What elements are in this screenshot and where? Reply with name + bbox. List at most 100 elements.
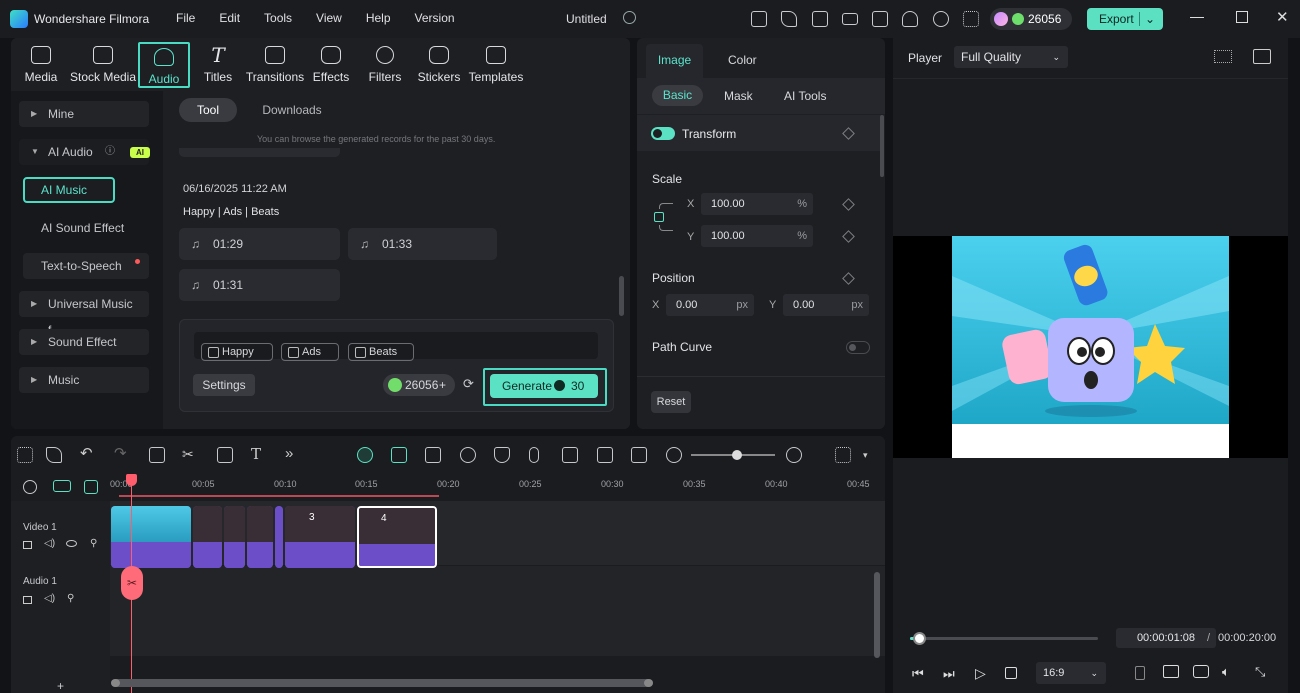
shield-icon[interactable] [494, 447, 510, 463]
video-clip[interactable] [111, 506, 191, 568]
aspect-ratio-select[interactable]: 16:9 ⌄ [1036, 662, 1106, 684]
redo-icon[interactable]: ↷ [114, 446, 130, 463]
tab-audio[interactable]: Audio [138, 42, 190, 88]
video-clip-selected[interactable]: 4 [357, 506, 437, 568]
track-item[interactable]: ♫ 01:29 [179, 228, 340, 260]
video-clip[interactable] [193, 506, 222, 568]
generate-button[interactable]: Generate 30 [490, 374, 598, 398]
cloud-upload-icon[interactable] [902, 11, 918, 27]
sidebar-item-ai-audio[interactable]: ▼ AI Audio ⓘ AI [19, 139, 150, 165]
maximize-icon[interactable] [1236, 11, 1248, 23]
video-clip[interactable]: 3 [285, 506, 355, 568]
quality-select[interactable]: Full Quality ⌄ [954, 46, 1068, 68]
reset-button[interactable]: Reset [651, 391, 691, 413]
audio-track-lane[interactable] [110, 566, 885, 656]
playback-progress-track[interactable] [910, 632, 1098, 645]
auto-highlight-icon[interactable] [425, 447, 441, 463]
tag-ads[interactable]: Ads [281, 343, 339, 361]
help-icon[interactable]: ⓘ [105, 139, 115, 165]
keyframe-icon[interactable] [842, 272, 855, 285]
scrollbar[interactable] [619, 276, 624, 316]
playhead-handle[interactable] [126, 474, 137, 486]
video-clip[interactable] [247, 506, 273, 568]
gift-icon[interactable] [751, 11, 767, 27]
timeline-ruler[interactable]: 00:00 00:05 00:10 00:15 00:20 00:25 00:3… [11, 473, 885, 501]
sidebar-item-sound-effect[interactable]: ▶ Sound Effect [19, 329, 149, 355]
track-item[interactable]: ♫ 01:33 [348, 228, 497, 260]
send-icon[interactable] [781, 11, 797, 27]
track-item[interactable]: ♫ 01:31 [179, 269, 340, 301]
current-time[interactable]: 00:00:01:08 [1116, 628, 1216, 648]
volume-icon[interactable]: ◁) [44, 538, 55, 549]
video-clip[interactable] [224, 506, 245, 568]
text-tool-icon[interactable]: T [251, 447, 267, 463]
menu-file[interactable]: File [176, 11, 195, 25]
vertical-scrollbar[interactable] [874, 572, 880, 658]
replace-icon[interactable] [597, 447, 613, 463]
delete-icon[interactable] [149, 447, 165, 463]
minimize-icon[interactable] [1190, 17, 1204, 18]
video-clip[interactable] [275, 506, 283, 568]
track-manager-icon[interactable] [84, 480, 98, 494]
export-button[interactable]: Export ⌄ [1087, 8, 1163, 30]
ai-mate-icon[interactable] [357, 447, 373, 463]
tab-transitions[interactable]: Transitions [243, 42, 307, 88]
settings-button[interactable]: Settings [193, 374, 255, 396]
add-credits-icon[interactable]: + [439, 374, 446, 396]
tab-tool[interactable]: Tool [179, 98, 237, 122]
zoom-slider[interactable] [691, 450, 775, 460]
display-icon[interactable] [1163, 665, 1179, 678]
split-marker-icon[interactable]: ✂ [121, 566, 143, 600]
layout-icon[interactable] [842, 13, 858, 25]
sidebar-item-mine[interactable]: ▶ Mine [19, 101, 149, 127]
path-curve-toggle[interactable] [846, 341, 870, 354]
scale-y-input[interactable]: 100.00% [701, 225, 813, 247]
sidebar-item-music[interactable]: ▶ Music [19, 367, 149, 393]
eye-icon[interactable] [66, 540, 77, 547]
sidebar-item-ai-sound-effect[interactable]: AI Sound Effect [23, 215, 149, 241]
apps-grid-icon[interactable] [963, 11, 979, 27]
step-forward-icon[interactable]: ⏭ [943, 666, 955, 682]
chevron-down-icon[interactable]: ⌄ [1145, 8, 1155, 30]
tab-stickers[interactable]: Stickers [414, 42, 464, 88]
undo-icon[interactable]: ↶ [80, 446, 96, 463]
headset-icon[interactable] [933, 11, 949, 27]
tab-media[interactable]: Media [17, 42, 65, 88]
subtab-ai-tools[interactable]: AI Tools [784, 89, 826, 103]
tag-beats[interactable]: Beats [348, 343, 414, 361]
camera-icon[interactable] [1193, 665, 1209, 678]
menu-edit[interactable]: Edit [219, 11, 240, 25]
keyframe-icon[interactable] [842, 127, 855, 140]
lock-icon[interactable] [654, 212, 664, 222]
magic-icon[interactable]: ⚲ [67, 593, 74, 604]
sidebar-item-universal-music[interactable]: ▶Universal Music f... [19, 291, 149, 337]
more-tools-icon[interactable]: » [285, 446, 301, 463]
stop-icon[interactable] [1005, 667, 1017, 679]
microphone-icon[interactable] [529, 447, 539, 463]
folder-icon[interactable] [23, 596, 32, 604]
fullscreen-icon[interactable]: ⤡ [1255, 664, 1265, 680]
zoom-in-icon[interactable] [786, 447, 802, 463]
split-icon[interactable]: ✂ [182, 447, 198, 463]
subtab-mask[interactable]: Mask [724, 89, 753, 103]
tab-titles[interactable]: T Titles [195, 42, 241, 88]
volume-icon[interactable]: 🔈︎ [1222, 664, 1230, 680]
audio-mix-icon[interactable] [562, 447, 578, 463]
menu-version[interactable]: Version [415, 11, 455, 25]
position-y-input[interactable]: 0.00 px [783, 294, 869, 316]
credit-balance-chip[interactable]: 26056 + [383, 374, 455, 396]
sidebar-item-ai-music[interactable]: AI Music [23, 177, 115, 203]
work-area-bar[interactable] [119, 495, 439, 497]
credits-badge[interactable]: 26056 [990, 8, 1072, 30]
zoom-out-icon[interactable] [666, 447, 682, 463]
unlink-icon[interactable] [23, 480, 37, 494]
snapshot-icon[interactable] [1253, 49, 1271, 64]
playhead-handle[interactable] [913, 632, 927, 645]
prompt-tags-field[interactable]: Happy Ads Beats [194, 332, 598, 361]
tag-happy[interactable]: Happy [201, 343, 273, 361]
tab-image[interactable]: Image [646, 44, 703, 78]
menu-view[interactable]: View [316, 11, 342, 25]
position-x-input[interactable]: 0.00 px [666, 294, 754, 316]
grid-view-icon[interactable] [1214, 50, 1232, 63]
tab-downloads[interactable]: Downloads [259, 98, 325, 122]
